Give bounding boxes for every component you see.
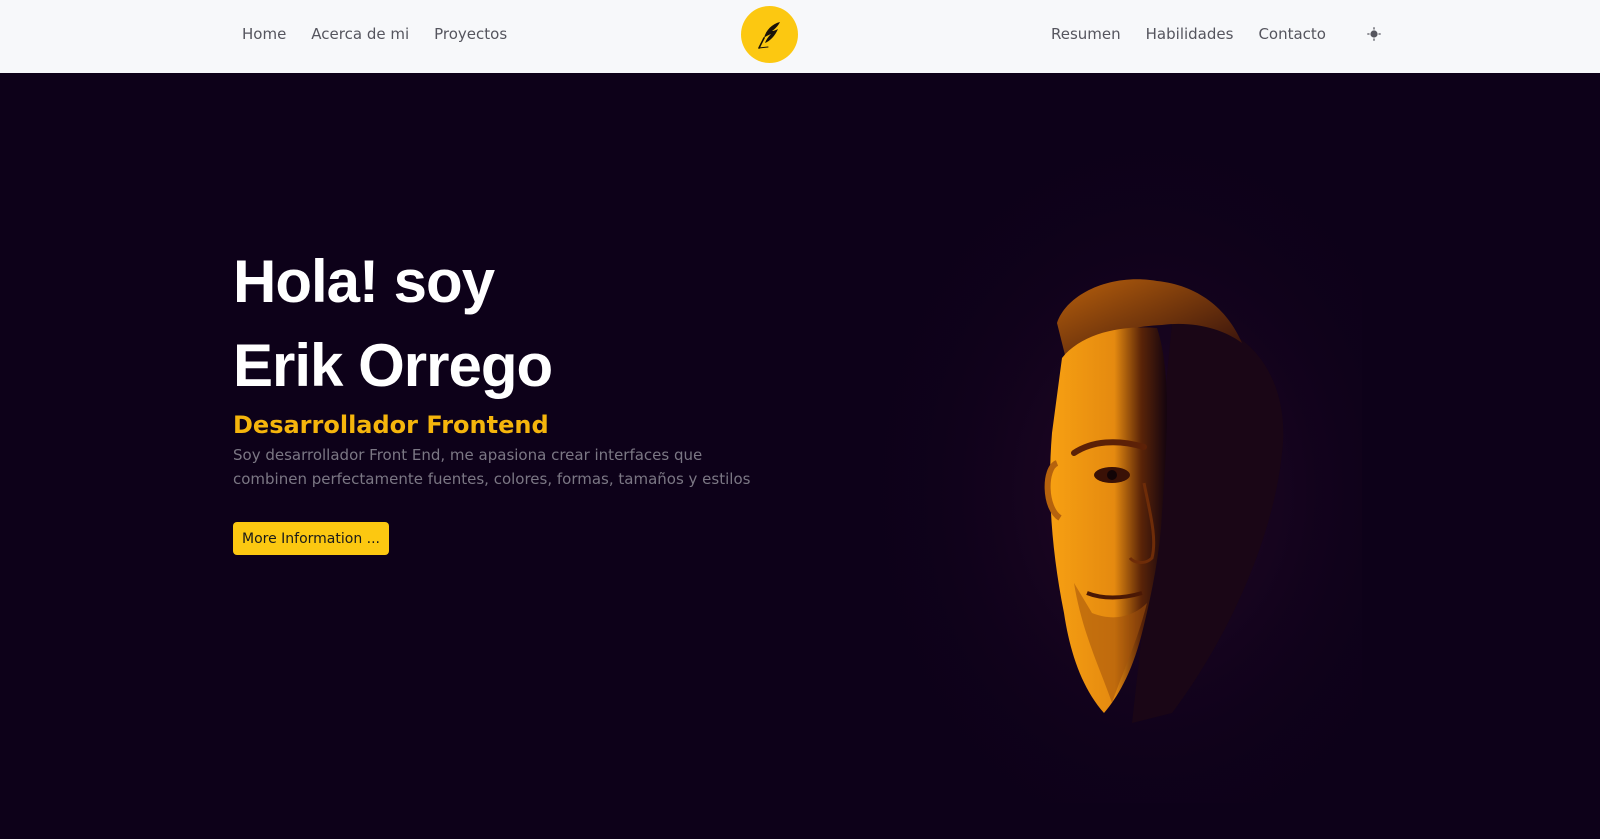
- nav-link-summary[interactable]: Resumen: [1051, 25, 1121, 43]
- hero-section: Hola! soy Erik Orrego Desarrollador Fron…: [0, 73, 1600, 839]
- theme-toggle-button[interactable]: [1363, 23, 1385, 45]
- nav-link-about[interactable]: Acerca de mi: [311, 25, 409, 43]
- site-logo[interactable]: [741, 6, 798, 63]
- nav-link-home[interactable]: Home: [242, 25, 286, 43]
- feather-quill-icon: [757, 21, 780, 49]
- nav-link-skills[interactable]: Habilidades: [1146, 25, 1234, 43]
- hero-name: Erik Orrego: [233, 332, 553, 399]
- top-navbar: Home Acerca de mi Proyectos Resumen Habi…: [0, 0, 1600, 73]
- sun-icon: [1367, 27, 1381, 41]
- portrait-photo: [812, 113, 1362, 803]
- nav-left-group: Home Acerca de mi Proyectos: [242, 0, 507, 68]
- hero-bio: Soy desarrollador Front End, me apasiona…: [233, 446, 751, 488]
- hero-role: Desarrollador Frontend: [233, 411, 549, 439]
- more-information-button[interactable]: More Information ...: [233, 522, 389, 555]
- nav-link-projects[interactable]: Proyectos: [434, 25, 507, 43]
- nav-link-contact[interactable]: Contacto: [1258, 25, 1326, 43]
- hero-text-block: Hola! soy Erik Orrego Desarrollador Fron…: [233, 240, 793, 491]
- greeting-line-1: Hola! soy: [233, 248, 495, 315]
- nav-right-group: Resumen Habilidades Contacto: [1051, 0, 1385, 68]
